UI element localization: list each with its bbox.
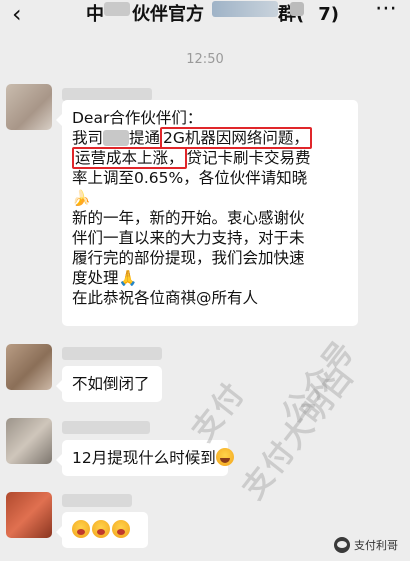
avatar[interactable] xyxy=(6,344,52,390)
shocked-emoji-icon xyxy=(112,520,130,538)
message-line: 伴们一直以来的大力支持，对于未 xyxy=(72,229,305,247)
brand-watermark: 支付利哥 xyxy=(334,537,398,553)
shocked-emoji-icon xyxy=(72,520,90,538)
brand-label: 支付利哥 xyxy=(354,539,398,552)
back-arrow-icon[interactable]: ‹ xyxy=(12,2,22,26)
more-icon[interactable]: ⋯ xyxy=(375,0,398,20)
avatar[interactable] xyxy=(6,492,52,538)
message-text: 不如倒闭了 xyxy=(72,375,150,393)
shocked-emoji-icon xyxy=(92,520,110,538)
watermark-text: 支付 xyxy=(185,376,253,449)
sender-name-redacted xyxy=(62,421,150,434)
avatar[interactable] xyxy=(6,418,52,464)
laugh-emoji-icon xyxy=(215,448,234,466)
message-line: 新的一年，新的开始。衷心感谢伙 xyxy=(72,209,305,227)
message-line: 度处理🙏 xyxy=(72,269,138,287)
message-line: Dear合作伙伴们： xyxy=(72,109,203,127)
text-redaction xyxy=(103,130,130,146)
title-redaction xyxy=(104,2,130,16)
message-bubble[interactable]: Dear合作伙伴们： 我司 提通 2G机器因网络问题， 运营成本上涨， 贷记卡刷卡交易… xyxy=(56,100,358,326)
message-line: 🍌 xyxy=(72,188,348,208)
pray-emoji-icon: 🙏 xyxy=(118,269,138,287)
title-redaction xyxy=(290,2,304,16)
sender-name-redacted xyxy=(62,347,162,360)
message-bubble[interactable]: 不如倒闭了 xyxy=(56,366,162,402)
message-timestamp: 12:50 xyxy=(186,52,224,67)
message-text: 12月提现什么时候到 xyxy=(72,449,216,467)
message-line: 率上调至0.65%，各位伙伴请知晓 xyxy=(72,169,308,187)
sender-name-redacted xyxy=(62,494,132,507)
message-bubble[interactable] xyxy=(56,512,148,548)
message-line: 履行完的部份提现，我们会加快速 xyxy=(72,249,305,267)
message-line: 在此恭祝各位商祺@所有人 xyxy=(72,289,259,307)
message-line: 运营成本上涨， 贷记卡刷卡交易费 xyxy=(72,147,348,169)
message-bubble[interactable]: 12月提现什么时候到 xyxy=(56,440,234,476)
wechat-logo-icon xyxy=(334,537,350,553)
highlight-box: 运营成本上涨， xyxy=(72,147,187,169)
nav-bar: ‹ 中伙伴官方群(7) ⋯ xyxy=(0,0,410,36)
message-line: 我司 提通 2G机器因网络问题， xyxy=(72,127,348,149)
title-redaction xyxy=(212,1,278,17)
highlight-box: 2G机器因网络问题， xyxy=(160,127,312,149)
banana-emoji-icon: 🍌 xyxy=(72,189,91,207)
avatar[interactable] xyxy=(6,84,52,130)
